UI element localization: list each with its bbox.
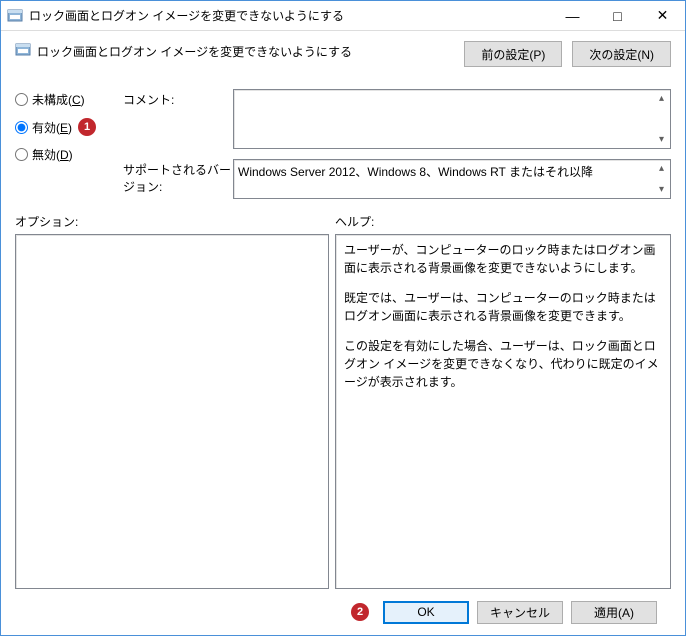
comment-label: コメント: — [123, 89, 233, 149]
previous-setting-button[interactable]: 前の設定(P) — [464, 41, 562, 67]
annotation-badge-1: 1 — [78, 118, 96, 136]
close-button[interactable]: ✕ — [640, 1, 685, 30]
scroll-down-icon[interactable]: ▾ — [654, 132, 669, 147]
radio-disabled[interactable]: 無効(D) — [15, 146, 123, 163]
content: ロック画面とログオン イメージを変更できないようにする 前の設定(P) 次の設定… — [1, 31, 685, 635]
annotation-badge-2: 2 — [351, 603, 369, 621]
policy-icon — [15, 42, 31, 58]
maximize-button[interactable]: □ — [595, 1, 640, 30]
mid-labels: オプション: ヘルプ: — [15, 213, 671, 230]
radio-enabled-input[interactable] — [15, 121, 28, 134]
help-pane: ユーザーが、コンピューターのロック時またはログオン画面に表示される背景画像を変更… — [335, 234, 671, 589]
nav-buttons: 前の設定(P) 次の設定(N) — [464, 41, 671, 67]
radio-column: 未構成(C) 有効(E) 1 無効(D) — [15, 89, 123, 199]
titlebar: ロック画面とログオン イメージを変更できないようにする — □ ✕ — [1, 1, 685, 31]
options-pane — [15, 234, 329, 589]
radio-not-configured[interactable]: 未構成(C) — [15, 91, 123, 108]
ok-button[interactable]: OK — [383, 601, 469, 624]
radio-not-configured-input[interactable] — [15, 93, 28, 106]
radio-disabled-label: 無効(D) — [32, 146, 73, 163]
cancel-button[interactable]: キャンセル — [477, 601, 563, 624]
next-setting-button[interactable]: 次の設定(N) — [572, 41, 671, 67]
help-label: ヘルプ: — [335, 213, 374, 230]
help-paragraph: ユーザーが、コンピューターのロック時またはログオン画面に表示される背景画像を変更… — [344, 241, 662, 277]
scroll-down-icon[interactable]: ▾ — [654, 182, 669, 197]
comment-row: コメント: ▴ ▾ — [123, 89, 671, 149]
header-row: ロック画面とログオン イメージを変更できないようにする 前の設定(P) 次の設定… — [15, 41, 671, 67]
supported-row: サポートされるバージョン: Windows Server 2012、Window… — [123, 159, 671, 199]
help-paragraph: この設定を有効にした場合、ユーザーは、ロック画面とログオン イメージを変更できな… — [344, 337, 662, 391]
window-title: ロック画面とログオン イメージを変更できないようにする — [29, 7, 550, 24]
help-paragraph: 既定では、ユーザーは、コンピューターのロック時またはログオン画面に表示される背景… — [344, 289, 662, 325]
scroll-up-icon[interactable]: ▴ — [654, 161, 669, 176]
radio-enabled-label: 有効(E) — [32, 119, 72, 136]
fields-column: コメント: ▴ ▾ サポートされるバージョン: Windows Server 2… — [123, 89, 671, 199]
apply-button[interactable]: 適用(A) — [571, 601, 657, 624]
footer: 2 OK キャンセル 適用(A) — [15, 589, 671, 635]
window: ロック画面とログオン イメージを変更できないようにする — □ ✕ ロック画面と… — [0, 0, 686, 636]
minimize-button[interactable]: — — [550, 1, 595, 30]
options-label: オプション: — [15, 213, 335, 230]
policy-title: ロック画面とログオン イメージを変更できないようにする — [37, 41, 444, 60]
supported-value: Windows Server 2012、Windows 8、Windows RT… — [238, 165, 593, 179]
radio-disabled-input[interactable] — [15, 148, 28, 161]
top-grid: 未構成(C) 有効(E) 1 無効(D) コメント: ▴ — [15, 89, 671, 199]
radio-not-configured-label: 未構成(C) — [32, 91, 85, 108]
comment-input[interactable]: ▴ ▾ — [233, 89, 671, 149]
app-icon — [7, 8, 23, 24]
radio-enabled[interactable]: 有効(E) 1 — [15, 118, 123, 136]
lower-panes: ユーザーが、コンピューターのロック時またはログオン画面に表示される背景画像を変更… — [15, 234, 671, 589]
supported-label: サポートされるバージョン: — [123, 159, 233, 199]
supported-box: Windows Server 2012、Windows 8、Windows RT… — [233, 159, 671, 199]
scroll-up-icon[interactable]: ▴ — [654, 91, 669, 106]
